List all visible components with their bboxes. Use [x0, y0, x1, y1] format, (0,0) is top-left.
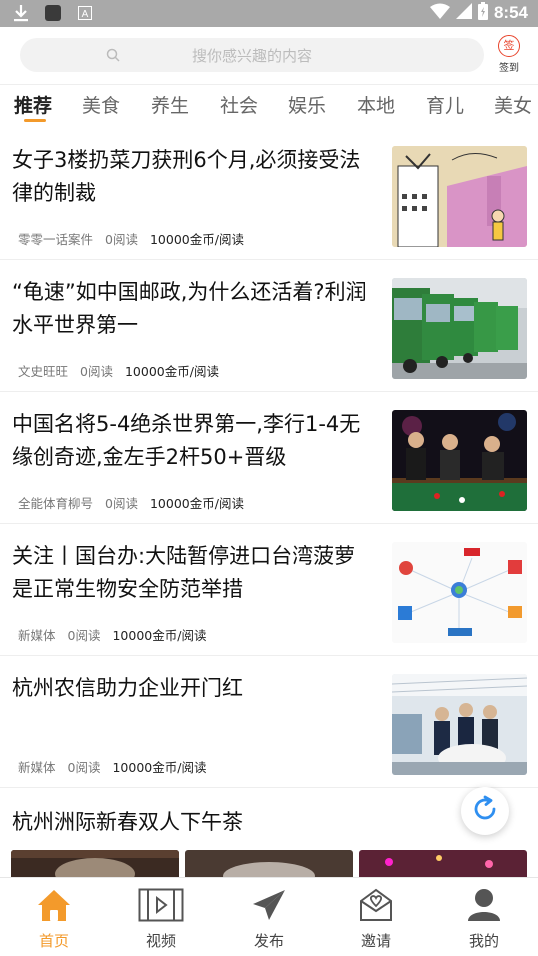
article-thumbnail-factory — [392, 674, 527, 775]
battery-icon — [477, 2, 488, 24]
tab-beauty[interactable]: 美女 — [494, 91, 532, 118]
keyboard-a-icon: A — [76, 4, 94, 22]
refresh-button[interactable] — [461, 787, 509, 835]
article-source: 新媒体 — [18, 628, 56, 643]
signin-icon: 签 — [498, 35, 520, 57]
article-thumbnail-cartoon — [392, 146, 527, 247]
nav-profile[interactable]: 我的 — [449, 886, 519, 951]
tab-parenting[interactable]: 育儿 — [426, 91, 464, 118]
nav-video-label: 视频 — [145, 932, 176, 950]
envelope-heart-icon — [341, 886, 411, 924]
wifi-icon — [429, 3, 450, 23]
article-thumbnail-trucks — [392, 278, 527, 379]
app-header: 搜你感兴趣的内容 签 签到 — [0, 27, 538, 83]
nav-profile-label: 我的 — [468, 932, 499, 950]
article-reads: 0阅读 — [67, 628, 101, 643]
article-image-2 — [185, 850, 353, 878]
signin-label: 签到 — [499, 63, 519, 74]
tab-recommend[interactable]: 推荐 — [14, 91, 52, 118]
article-image-1 — [11, 850, 179, 878]
article-source: 全能体育柳号 — [18, 496, 94, 511]
article-source: 零零一话案件 — [18, 232, 94, 247]
article-reward: 10000金币/阅读 — [149, 496, 244, 511]
signal-icon — [455, 3, 472, 23]
article-reward: 10000金币/阅读 — [149, 232, 244, 247]
tab-entertainment[interactable]: 娱乐 — [288, 91, 326, 118]
category-tabs: 推荐 美食 养生 社会 娱乐 本地 育儿 美女 — [0, 84, 538, 126]
article-reads: 0阅读 — [105, 496, 138, 511]
tab-food[interactable]: 美食 — [82, 91, 120, 118]
article-title: 中国名将5-4绝杀世界第一,李行1-4无缘创奇迹,金左手2杆50+晋级 — [12, 412, 361, 469]
tab-health[interactable]: 养生 — [151, 91, 189, 118]
nav-publish[interactable]: 发布 — [234, 886, 304, 951]
home-icon — [19, 886, 89, 924]
article-image-3 — [359, 850, 527, 878]
nav-home-label: 首页 — [38, 932, 69, 950]
article-reads: 0阅读 — [80, 364, 113, 379]
tab-local[interactable]: 本地 — [357, 91, 395, 118]
article-meta: 文史旺旺 0阅读 10000金币/阅读 — [18, 361, 219, 380]
clock: 8:54 — [493, 3, 528, 22]
article-reward: 10000金币/阅读 — [112, 628, 207, 643]
article-reads: 0阅读 — [67, 760, 101, 775]
article-thumbnail-snooker — [392, 410, 527, 511]
paper-plane-icon — [234, 886, 304, 924]
article-meta: 新媒体 0阅读 10000金币/阅读 — [18, 625, 206, 644]
article-item[interactable]: “龟速”如中国邮政,为什么还活着?利润水平世界第一 文史旺旺 0阅读 10000… — [0, 260, 538, 392]
signin-button[interactable]: 签 签到 — [494, 35, 524, 74]
article-item[interactable]: 杭州农信助力企业开门红 新媒体 0阅读 10000金币/阅读 — [0, 656, 538, 788]
article-meta: 新媒体 0阅读 10000金币/阅读 — [18, 757, 206, 776]
article-meta: 全能体育柳号 0阅读 10000金币/阅读 — [18, 493, 244, 512]
user-icon — [449, 886, 519, 924]
nav-invite[interactable]: 邀请 — [341, 886, 411, 951]
article-meta: 零零一话案件 0阅读 10000金币/阅读 — [18, 229, 244, 248]
search-icon — [106, 47, 120, 66]
film-icon — [126, 886, 196, 924]
article-title: 关注丨国台办:大陆暂停进口台湾菠萝是正常生物安全防范举措 — [12, 544, 356, 601]
app-notification-icon — [44, 4, 62, 22]
article-reward: 10000金币/阅读 — [124, 364, 219, 379]
article-thumbnail-media-logos — [392, 542, 527, 643]
article-title-partial[interactable]: 杭州洲际新春双人下午茶 — [12, 806, 243, 836]
search-placeholder: 搜你感兴趣的内容 — [191, 46, 312, 65]
nav-home[interactable]: 首页 — [19, 886, 89, 951]
search-bar[interactable]: 搜你感兴趣的内容 — [20, 38, 484, 72]
article-reads: 0阅读 — [105, 232, 138, 247]
article-source: 新媒体 — [18, 760, 56, 775]
article-item[interactable]: 关注丨国台办:大陆暂停进口台湾菠萝是正常生物安全防范举措 新媒体 0阅读 100… — [0, 524, 538, 656]
nav-video[interactable]: 视频 — [126, 886, 196, 951]
article-item[interactable]: 中国名将5-4绝杀世界第一,李行1-4无缘创奇迹,金左手2杆50+晋级 全能体育… — [0, 392, 538, 524]
article-source: 文史旺旺 — [18, 364, 69, 379]
download-icon — [12, 4, 30, 22]
refresh-icon — [470, 794, 500, 828]
article-title: 女子3楼扔菜刀获刑6个月,必须接受法律的制裁 — [12, 148, 361, 205]
article-title: 杭州农信助力企业开门红 — [12, 676, 243, 700]
active-tab-indicator — [24, 119, 46, 122]
article-reward: 10000金币/阅读 — [112, 760, 207, 775]
article-title: “龟速”如中国邮政,为什么还活着?利润水平世界第一 — [12, 280, 367, 337]
nav-publish-label: 发布 — [253, 932, 284, 950]
article-item[interactable]: 女子3楼扔菜刀获刑6个月,必须接受法律的制裁 零零一话案件 0阅读 10000金… — [0, 128, 538, 260]
tab-society[interactable]: 社会 — [220, 91, 258, 118]
status-bar: A 8:54 — [0, 0, 538, 27]
svg-text:A: A — [82, 9, 89, 20]
bottom-navigation: 首页 视频 发布 邀请 我的 — [0, 877, 538, 956]
nav-invite-label: 邀请 — [360, 932, 391, 950]
